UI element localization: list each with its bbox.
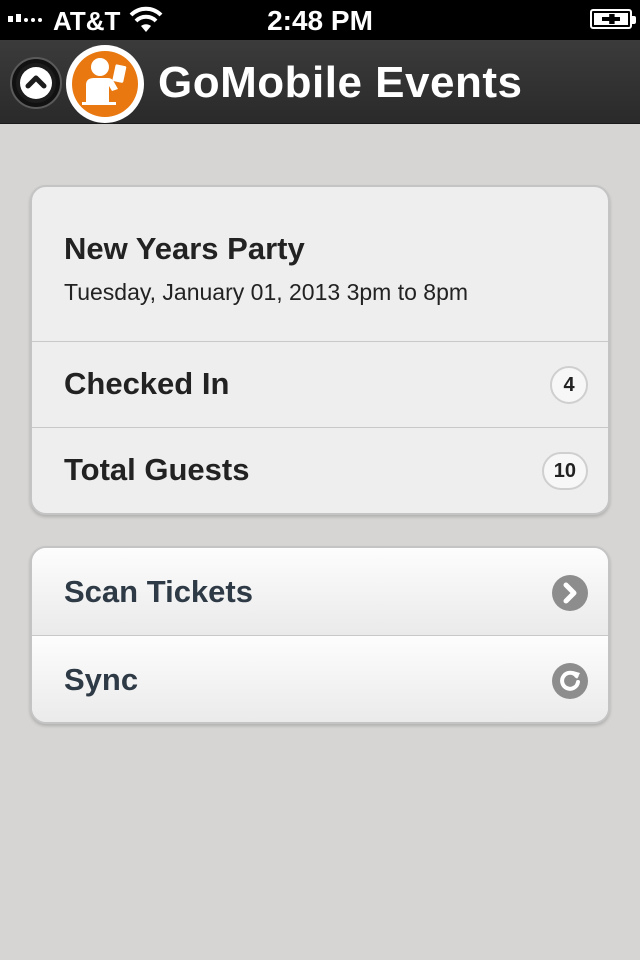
event-date: Tuesday, January 01, 2013 3pm to 8pm xyxy=(64,279,469,305)
total-guests-count-badge: 10 xyxy=(541,452,588,490)
sync-label: Sync xyxy=(64,662,139,697)
event-info-row: New Years Party Tuesday, January 01, 201… xyxy=(32,187,608,342)
app-logo xyxy=(66,45,144,123)
chevron-up-icon xyxy=(25,75,47,89)
sync-button[interactable]: Sync xyxy=(32,636,608,722)
person-ticket-icon xyxy=(82,58,127,105)
scan-tickets-button[interactable]: Scan Tickets xyxy=(32,548,608,636)
chevron-right-icon xyxy=(552,575,588,611)
status-bar: AT&T 2:48 PM xyxy=(0,0,640,40)
event-card: New Years Party Tuesday, January 01, 201… xyxy=(30,185,610,515)
total-guests-row: Total Guests 10 xyxy=(32,428,608,513)
event-title: New Years Party xyxy=(64,231,305,266)
checked-in-row: Checked In 4 xyxy=(32,342,608,428)
refresh-icon xyxy=(552,663,588,699)
total-guests-label: Total Guests xyxy=(64,452,250,487)
up-button[interactable] xyxy=(10,57,62,109)
checked-in-label: Checked In xyxy=(64,366,230,401)
battery-icon xyxy=(590,9,636,29)
app-title: GoMobile Events xyxy=(158,58,523,107)
checked-in-count-badge: 4 xyxy=(550,366,588,404)
scan-tickets-label: Scan Tickets xyxy=(64,574,253,609)
app-header: GoMobile Events xyxy=(0,40,640,124)
status-time: 2:48 PM xyxy=(267,5,373,36)
actions-card: Scan Tickets Sync xyxy=(30,546,610,724)
